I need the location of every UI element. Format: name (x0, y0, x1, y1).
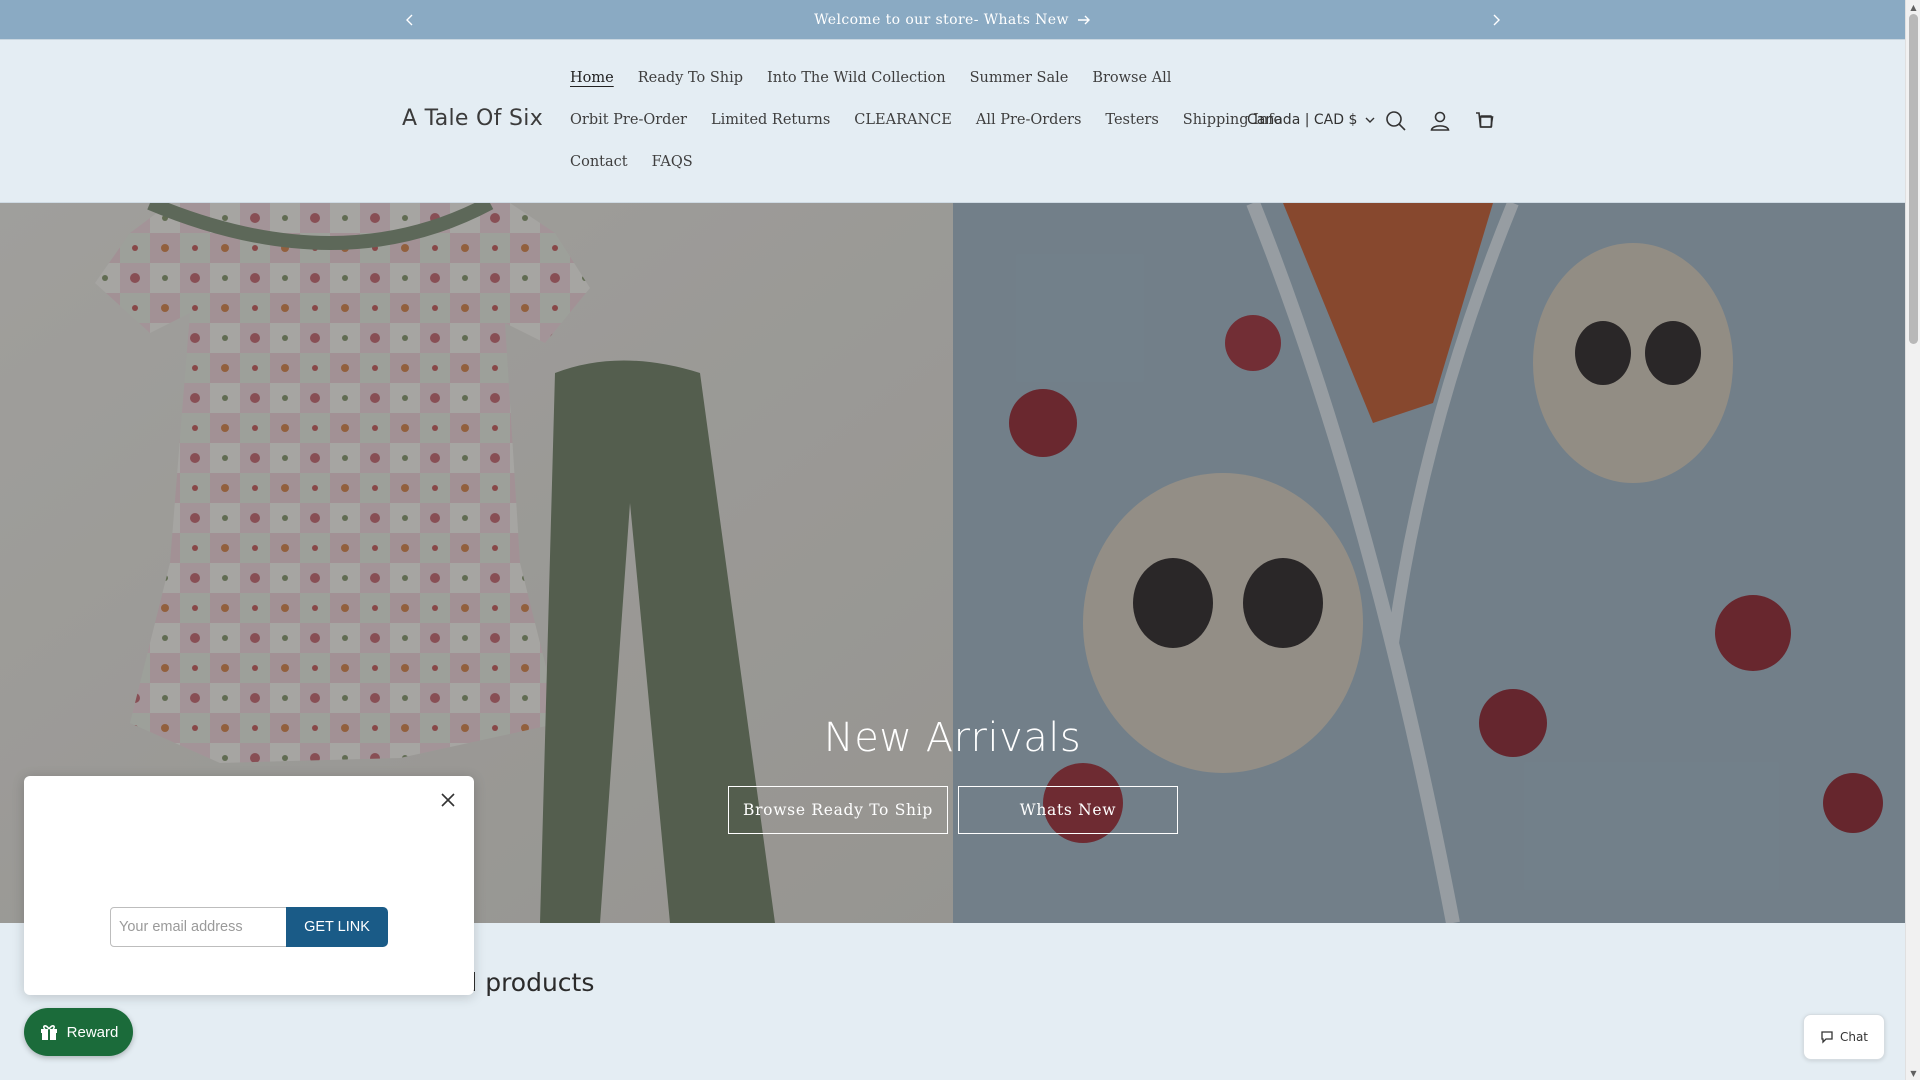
nav-item-ready-to-ship[interactable]: Ready To Ship (638, 70, 743, 86)
email-input[interactable] (110, 907, 288, 947)
search-button[interactable] (1384, 109, 1408, 133)
get-link-button[interactable]: GET LINK (286, 907, 388, 947)
account-button[interactable] (1428, 109, 1452, 133)
store-logo[interactable]: A Tale Of Six (402, 106, 543, 131)
site-header: A Tale Of Six Home Ready To Ship Into Th… (0, 40, 1905, 203)
whats-new-button[interactable]: Whats New (958, 786, 1178, 834)
nav-item-orbit-pre-order[interactable]: Orbit Pre-Order (570, 112, 687, 128)
gift-icon (40, 1025, 57, 1040)
announcement-next-button[interactable] (1481, 0, 1511, 39)
hero-title: New Arrivals (823, 715, 1082, 761)
nav-item-home[interactable]: Home (570, 70, 614, 86)
cart-button[interactable] (1472, 109, 1496, 133)
nav-item-clearance[interactable]: CLEARANCE (854, 112, 952, 128)
currency-label: Canada | CAD $ (1247, 112, 1358, 128)
nav-item-contact[interactable]: Contact (570, 154, 628, 170)
chevron-down-icon (1365, 117, 1375, 123)
browse-ready-to-ship-button[interactable]: Browse Ready To Ship (728, 786, 948, 834)
scroll-up-arrow[interactable]: ▲ (1906, 0, 1920, 14)
cart-icon (1476, 112, 1494, 128)
chat-label: Chat (1839, 1030, 1869, 1044)
scroll-down-arrow[interactable]: ▼ (1906, 1066, 1920, 1080)
reward-button[interactable]: Reward (24, 1008, 133, 1056)
announcement-link[interactable]: Welcome to our store- Whats New (814, 12, 1091, 28)
main-nav-row-2: Orbit Pre-Order Limited Returns CLEARANC… (570, 112, 1306, 128)
search-icon (1386, 111, 1406, 131)
email-popup: GET LINK (24, 776, 474, 995)
nav-item-all-pre-orders[interactable]: All Pre-Orders (976, 112, 1082, 128)
announcement-bar: Welcome to our store- Whats New (0, 0, 1905, 39)
chat-icon (1821, 1031, 1833, 1044)
scrollbar-thumb[interactable] (1909, 14, 1918, 344)
nav-item-browse-all[interactable]: Browse All (1092, 70, 1171, 86)
main-nav-row-1: Home Ready To Ship Into The Wild Collect… (570, 70, 1195, 86)
nav-item-into-the-wild[interactable]: Into The Wild Collection (767, 70, 946, 86)
arrow-right-icon (1077, 15, 1090, 24)
chevron-left-icon (406, 14, 413, 25)
announcement-prev-button[interactable] (395, 0, 425, 39)
nav-item-summer-sale[interactable]: Summer Sale (970, 70, 1069, 86)
nav-item-limited-returns[interactable]: Limited Returns (711, 112, 830, 128)
close-icon (441, 793, 455, 807)
page-scrollbar[interactable]: ▲ ▼ (1905, 0, 1920, 1080)
nav-item-testers[interactable]: Testers (1105, 112, 1158, 128)
reward-label: Reward (66, 1023, 119, 1041)
account-icon (1430, 111, 1450, 131)
chevron-right-icon (1493, 14, 1500, 25)
main-nav-row-3: Contact FAQS (570, 154, 717, 170)
popup-close-button[interactable] (436, 788, 460, 812)
currency-selector[interactable]: Canada | CAD $ (1247, 112, 1375, 128)
announcement-text: Welcome to our store- Whats New (814, 11, 1069, 28)
nav-item-faqs[interactable]: FAQS (652, 154, 693, 170)
chat-button[interactable]: Chat (1803, 1014, 1885, 1060)
